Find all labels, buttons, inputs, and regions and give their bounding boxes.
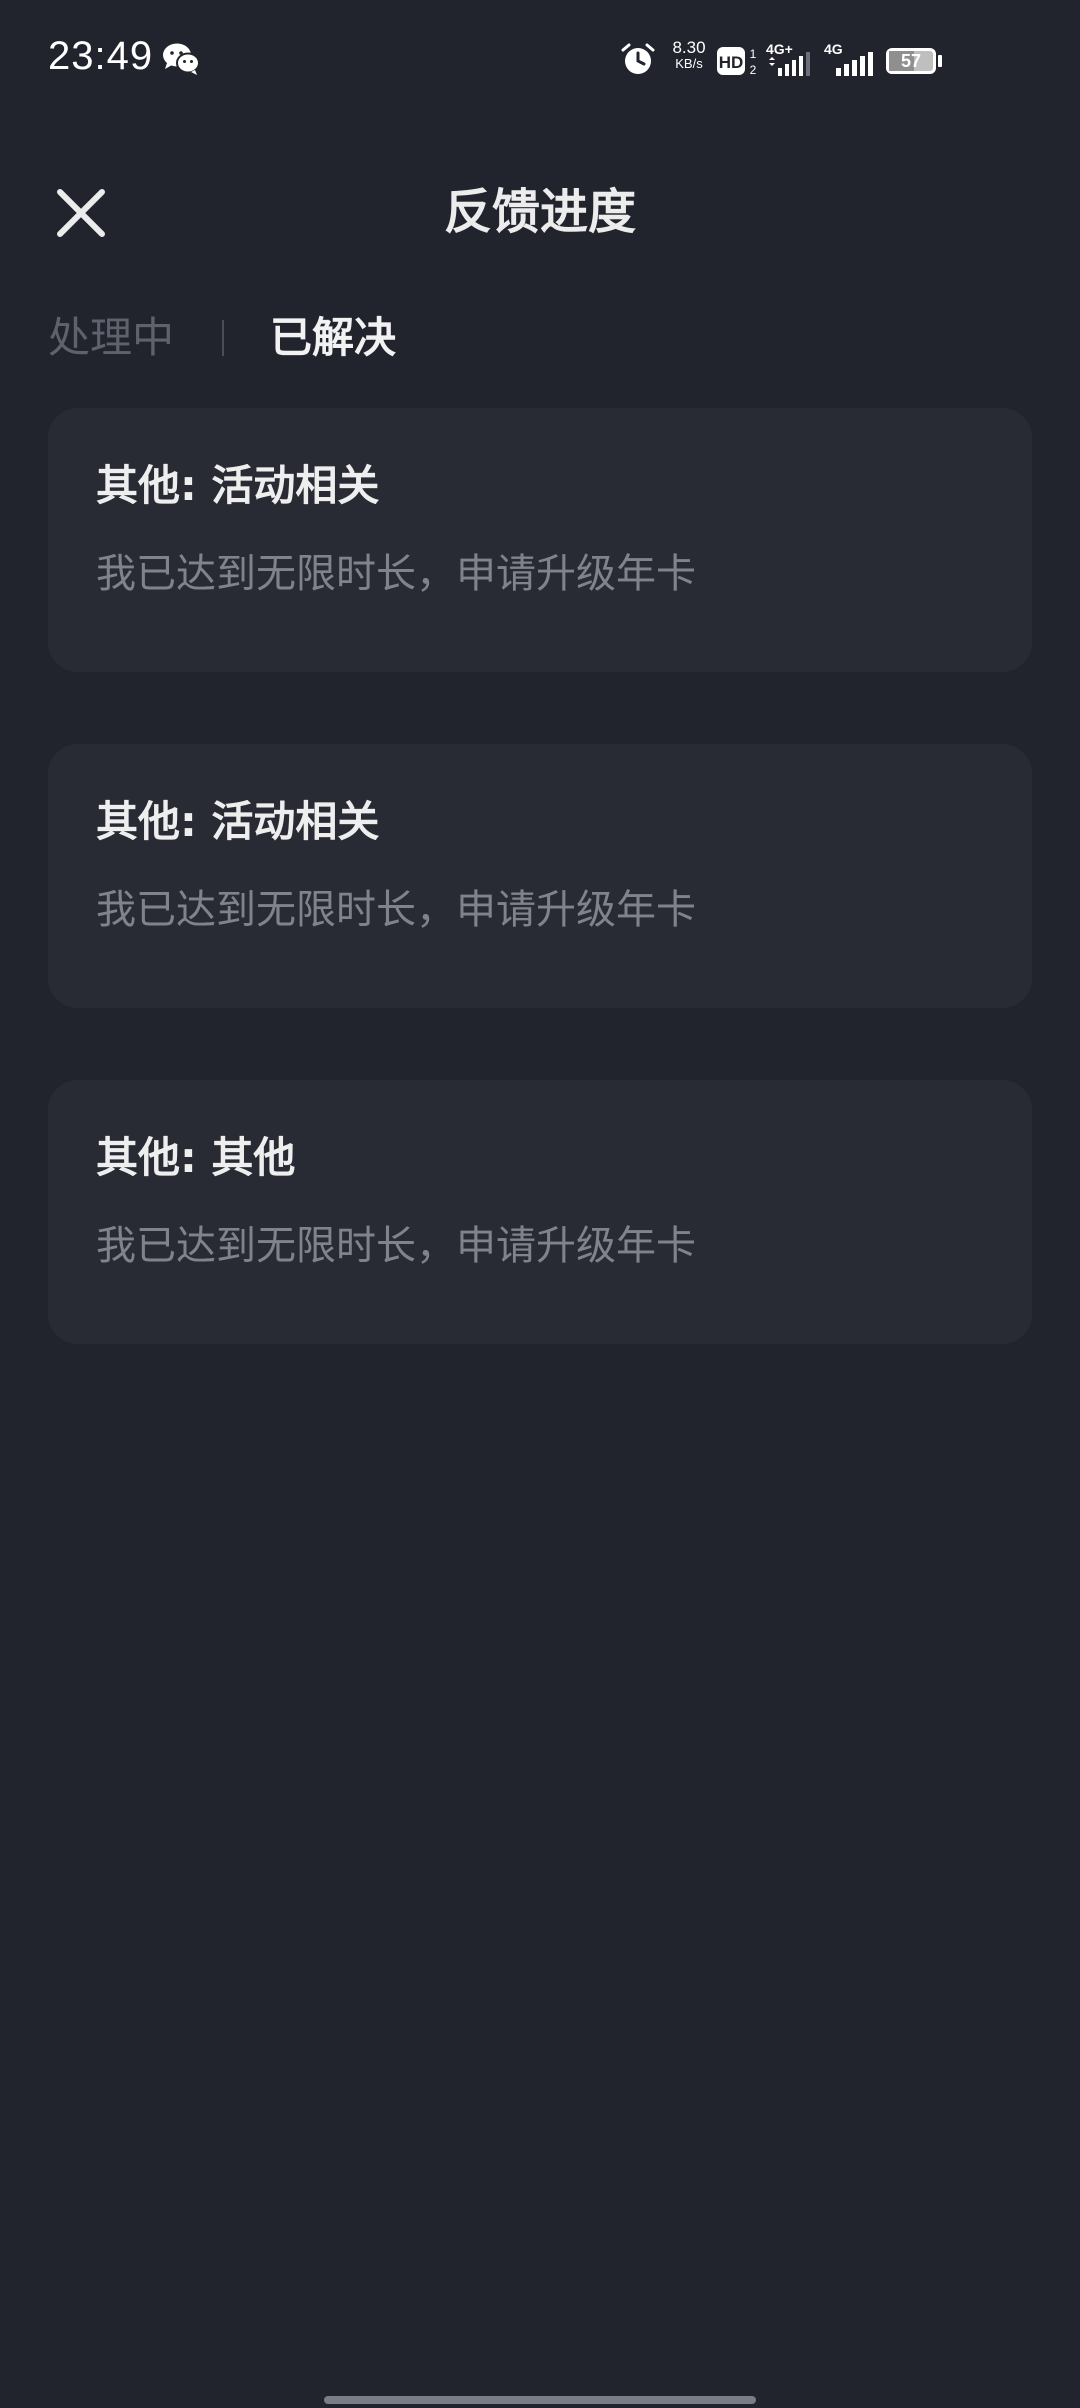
signal-4g-plus-icon: 4G+ (766, 41, 810, 76)
svg-text:2: 2 (750, 63, 757, 77)
feedback-list: 其他: 活动相关 我已达到无限时长，申请升级年卡 其他: 活动相关 我已达到无限… (48, 408, 1032, 1416)
network-speed-value: 8.30 (672, 38, 706, 57)
page-title: 反馈进度 (443, 184, 636, 240)
signal-1-label: 4G+ (766, 41, 793, 57)
status-time: 23:49 (48, 34, 154, 78)
home-indicator[interactable] (324, 2396, 756, 2404)
tab-divider (222, 320, 225, 356)
battery-cap (938, 55, 942, 67)
alarm-icon (621, 43, 655, 74)
hd-voice-icon: HD 1 2 (717, 47, 757, 77)
signal-2-label: 4G (824, 41, 843, 57)
tab-processing[interactable]: 处理中 (48, 308, 174, 368)
tab-bar: 处理中 已解决 (48, 308, 396, 368)
wechat-icon (163, 43, 200, 75)
signal-4g-icon: 4G (824, 41, 873, 76)
feedback-card[interactable]: 其他: 活动相关 我已达到无限时长，申请升级年卡 (48, 744, 1032, 1008)
network-speed: 8.30 KB/s (664, 38, 714, 72)
status-icons: 8.30 KB/s HD 1 2 4G+ 4G 57 (620, 38, 1040, 82)
feedback-category: 其他: 活动相关 (96, 797, 380, 846)
battery-percentage: 57 (900, 51, 922, 71)
feedback-card[interactable]: 其他: 其他 我已达到无限时长，申请升级年卡 (48, 1080, 1032, 1344)
status-bar: 23:49 8.30 KB/s HD 1 2 4G+ 4G 57 (0, 0, 1080, 120)
feedback-category: 其他: 活动相关 (96, 461, 380, 510)
svg-text:1: 1 (750, 47, 757, 61)
svg-text:HD: HD (719, 53, 744, 72)
feedback-card[interactable]: 其他: 活动相关 我已达到无限时长，申请升级年卡 (48, 408, 1032, 672)
network-speed-unit: KB/s (675, 56, 703, 71)
feedback-description: 我已达到无限时长，申请升级年卡 (96, 887, 696, 933)
tab-resolved[interactable]: 已解决 (270, 308, 396, 368)
battery-icon: 57 (886, 48, 936, 74)
feedback-category: 其他: 其他 (96, 1133, 296, 1182)
feedback-description: 我已达到无限时长，申请升级年卡 (96, 1223, 696, 1269)
feedback-description: 我已达到无限时长，申请升级年卡 (96, 551, 696, 597)
